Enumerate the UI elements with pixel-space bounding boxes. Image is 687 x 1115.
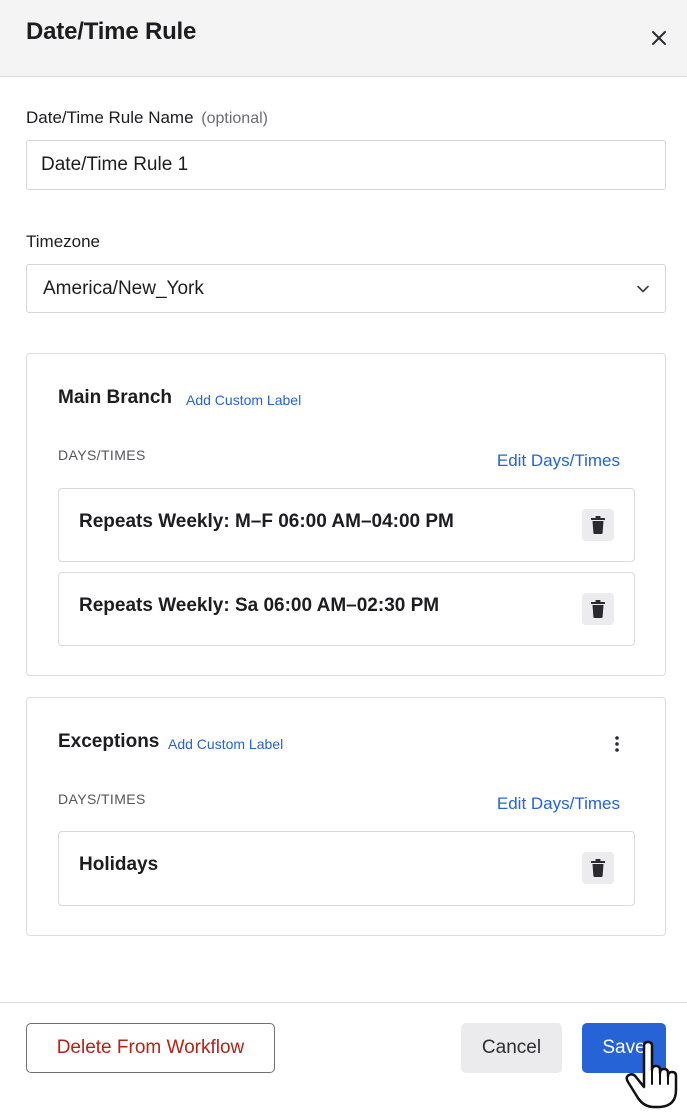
main-branch-days-times-label: DAYS/TIMES [58, 447, 146, 463]
main-branch-rule-row: Repeats Weekly: Sa 06:00 AM–02:30 PM [58, 572, 635, 646]
exceptions-more-button[interactable] [607, 732, 627, 756]
trash-icon [591, 600, 605, 618]
chevron-down-icon [637, 285, 649, 292]
rule-name-label: Date/Time Rule Name (optional) [26, 108, 268, 128]
delete-from-workflow-button[interactable]: Delete From Workflow [26, 1023, 275, 1073]
rule-name-label-text: Date/Time Rule Name [26, 108, 194, 127]
dialog-title: Date/Time Rule [26, 18, 197, 45]
close-icon [652, 31, 666, 45]
dialog-header: Date/Time Rule [0, 0, 687, 77]
save-button[interactable]: Save [582, 1023, 666, 1073]
exceptions-title: Exceptions [58, 731, 160, 752]
main-branch-edit-days-times-link[interactable]: Edit Days/Times [497, 451, 620, 471]
rule-text: Holidays [79, 854, 159, 875]
delete-rule-button[interactable] [582, 593, 614, 625]
timezone-select[interactable]: America/New_York [26, 264, 666, 313]
main-branch-rule-row: Repeats Weekly: M–F 06:00 AM–04:00 PM [58, 488, 635, 562]
trash-icon [591, 516, 605, 534]
exceptions-card: Exceptions Add Custom Label DAYS/TIMES E… [26, 697, 666, 936]
more-vertical-icon [615, 736, 619, 752]
exceptions-edit-days-times-link[interactable]: Edit Days/Times [497, 794, 620, 814]
rule-text: Repeats Weekly: M–F 06:00 AM–04:00 PM [79, 511, 454, 532]
optional-hint: (optional) [201, 110, 268, 127]
timezone-select-value: America/New_York [43, 277, 204, 299]
main-branch-card: Main Branch Add Custom Label DAYS/TIMES … [26, 353, 666, 676]
exceptions-add-custom-label-link[interactable]: Add Custom Label [168, 736, 283, 752]
delete-rule-button[interactable] [582, 509, 614, 541]
close-button[interactable] [645, 24, 673, 52]
delete-rule-button[interactable] [582, 852, 614, 884]
rule-text: Repeats Weekly: Sa 06:00 AM–02:30 PM [79, 595, 440, 616]
cancel-button[interactable]: Cancel [461, 1023, 562, 1073]
main-branch-title: Main Branch [58, 387, 173, 408]
exceptions-days-times-label: DAYS/TIMES [58, 791, 146, 807]
rule-name-input[interactable] [26, 140, 666, 190]
trash-icon [591, 859, 605, 877]
exceptions-rule-row: Holidays [58, 831, 635, 906]
timezone-label: Timezone [26, 232, 101, 251]
dialog-footer: Delete From Workflow Cancel Save [0, 1002, 687, 1115]
main-branch-add-custom-label-link[interactable]: Add Custom Label [186, 392, 301, 408]
